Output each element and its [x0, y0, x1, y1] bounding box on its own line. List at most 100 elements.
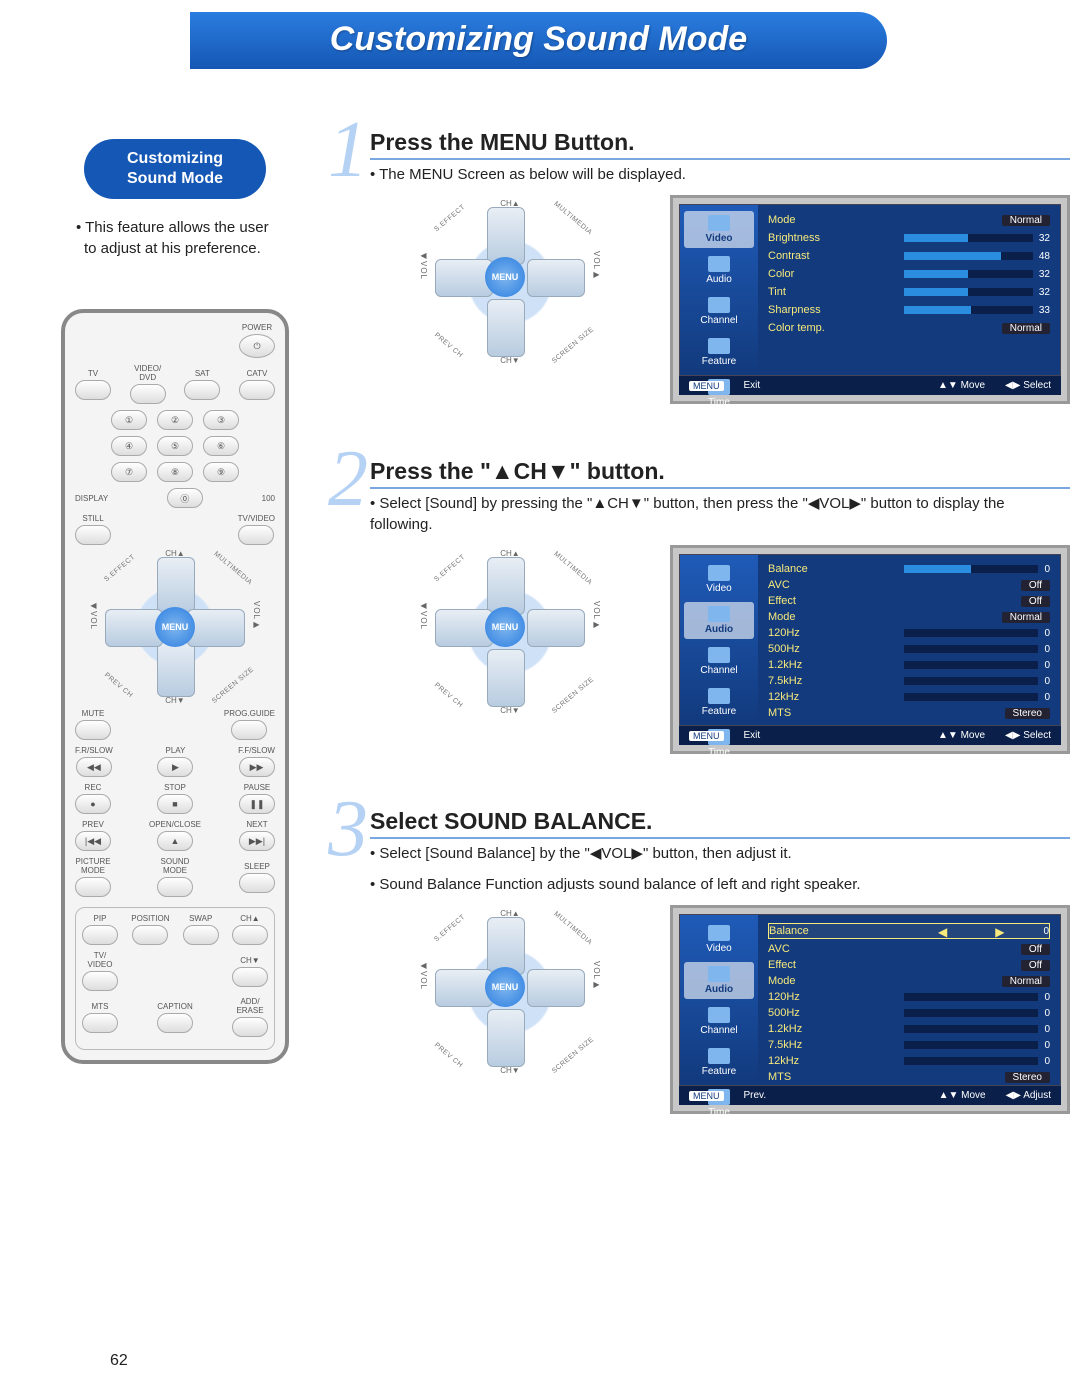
osd-row[interactable]: 12kHz0 [768, 1055, 1050, 1067]
osd-tab-channel[interactable]: Channel [684, 293, 754, 330]
osd-row[interactable]: 7.5kHz0 [768, 675, 1050, 687]
osd-tab-video[interactable]: Video [684, 921, 754, 958]
osd-tab-channel[interactable]: Channel [684, 1003, 754, 1040]
pip-chdown-btn[interactable] [232, 967, 268, 987]
osd-row-slider[interactable] [904, 661, 1038, 669]
osd-row[interactable]: Tint32 [768, 285, 1050, 299]
src-tv-btn[interactable] [75, 380, 111, 400]
rec-btn[interactable]: ● [75, 794, 111, 814]
picmode-btn[interactable] [75, 877, 111, 897]
num-1[interactable]: ① [111, 410, 147, 430]
osd-row[interactable]: ModeNormal [768, 213, 1050, 227]
num-9[interactable]: ⑨ [203, 462, 239, 482]
dpad-right[interactable] [187, 609, 245, 647]
src-dvd-btn[interactable] [130, 384, 166, 404]
pip-tvvideo-btn[interactable] [82, 971, 118, 991]
dpad[interactable]: CH▲ CH▼ ◀VOL VOL▶ S.EFFECT MULTIMEDIA PR… [105, 557, 245, 697]
osd-row-slider[interactable] [904, 288, 1033, 296]
num-5[interactable]: ⑤ [157, 436, 193, 456]
swap-btn[interactable] [183, 925, 219, 945]
osd-row[interactable]: 12kHz0 [768, 691, 1050, 703]
num-3[interactable]: ③ [203, 410, 239, 430]
src-catv-btn[interactable] [239, 380, 275, 400]
num-7[interactable]: ⑦ [111, 462, 147, 482]
osd-row-slider[interactable] [904, 306, 1033, 314]
osd-row[interactable]: 1.2kHz0 [768, 659, 1050, 671]
osd-row[interactable]: Balance◀ ▶0 [768, 923, 1050, 939]
src-sat-btn[interactable] [184, 380, 220, 400]
num-0[interactable]: ⓪ [167, 488, 203, 508]
dpad-down[interactable] [157, 639, 195, 697]
osd-row-slider[interactable] [904, 565, 1038, 573]
osd-row[interactable]: Brightness32 [768, 231, 1050, 245]
still-btn[interactable] [75, 525, 111, 545]
osd-tab-audio[interactable]: Audio [684, 602, 754, 639]
pip-tvvideo: TV/ VIDEO [88, 951, 113, 969]
menu-button[interactable]: MENU [155, 607, 195, 647]
power-button[interactable]: ⏻ [239, 334, 275, 358]
osd-row-slider[interactable] [904, 234, 1033, 242]
osd-row[interactable]: 1.2kHz0 [768, 1023, 1050, 1035]
num-2[interactable]: ② [157, 410, 193, 430]
num-8[interactable]: ⑧ [157, 462, 193, 482]
osd-row[interactable]: ModeNormal [768, 611, 1050, 623]
mute-btn[interactable] [75, 720, 111, 740]
num-4[interactable]: ④ [111, 436, 147, 456]
pip-chup-btn[interactable] [232, 925, 268, 945]
prev-btn[interactable]: |◀◀ [75, 831, 111, 851]
osd-row[interactable]: Color32 [768, 267, 1050, 281]
osd-row[interactable]: Contrast48 [768, 249, 1050, 263]
frslow-btn[interactable]: ◀◀ [76, 757, 112, 777]
adderase-btn[interactable] [232, 1017, 268, 1037]
osd-row-slider[interactable] [904, 1057, 1038, 1065]
osd-row-slider[interactable] [904, 252, 1033, 260]
position-btn[interactable] [132, 925, 168, 945]
osd-row[interactable]: 500Hz0 [768, 1007, 1050, 1019]
osd-row[interactable]: 7.5kHz0 [768, 1039, 1050, 1051]
ffslow-btn[interactable]: ▶▶ [239, 757, 275, 777]
osd-row-slider[interactable] [904, 693, 1038, 701]
num-6[interactable]: ⑥ [203, 436, 239, 456]
osd-row-slider[interactable] [904, 1025, 1038, 1033]
osd-row[interactable]: AVCOff [768, 943, 1050, 955]
osd-row-slider[interactable] [904, 1009, 1038, 1017]
sleep-btn[interactable] [239, 873, 275, 893]
osd-row[interactable]: MTSStereo [768, 1071, 1050, 1083]
openclose-btn[interactable]: ▲ [157, 831, 193, 851]
osd-tab-audio[interactable]: Audio [684, 252, 754, 289]
osd-row-slider[interactable] [904, 1041, 1038, 1049]
osd-tab-feature[interactable]: Feature [684, 684, 754, 721]
pip-btn[interactable] [82, 925, 118, 945]
osd-row[interactable]: EffectOff [768, 959, 1050, 971]
osd-row-slider[interactable] [904, 677, 1038, 685]
osd-tab-channel[interactable]: Channel [684, 643, 754, 680]
osd-row-slider[interactable] [904, 270, 1033, 278]
osd-tab-feature[interactable]: Feature [684, 1044, 754, 1081]
caption-btn[interactable] [157, 1013, 193, 1033]
osd-tab-audio[interactable]: Audio [684, 962, 754, 999]
osd-row[interactable]: Sharpness33 [768, 303, 1050, 317]
stop-btn[interactable]: ■ [157, 794, 193, 814]
osd-row[interactable]: 120Hz0 [768, 991, 1050, 1003]
osd-row[interactable]: MTSStereo [768, 707, 1050, 719]
progguide-btn[interactable] [231, 720, 267, 740]
sndmode-btn[interactable] [157, 877, 193, 897]
osd-row[interactable]: EffectOff [768, 595, 1050, 607]
osd-row[interactable]: 120Hz0 [768, 627, 1050, 639]
tvvideo-btn[interactable] [238, 525, 274, 545]
osd-row-slider[interactable] [904, 645, 1038, 653]
osd-tab-feature[interactable]: Feature [684, 334, 754, 371]
next-btn[interactable]: ▶▶| [239, 831, 275, 851]
osd-row[interactable]: Balance0 [768, 563, 1050, 575]
osd-row[interactable]: 500Hz0 [768, 643, 1050, 655]
mts-btn[interactable] [82, 1013, 118, 1033]
osd-row-slider[interactable] [904, 629, 1038, 637]
osd-row-slider[interactable] [904, 993, 1038, 1001]
osd-tab-video[interactable]: Video [684, 561, 754, 598]
osd-row[interactable]: ModeNormal [768, 975, 1050, 987]
osd-tab-video[interactable]: Video [684, 211, 754, 248]
pause-btn[interactable]: ❚❚ [239, 794, 275, 814]
osd-row[interactable]: Color temp.Normal [768, 321, 1050, 335]
osd-row[interactable]: AVCOff [768, 579, 1050, 591]
play-btn[interactable]: ▶ [157, 757, 193, 777]
